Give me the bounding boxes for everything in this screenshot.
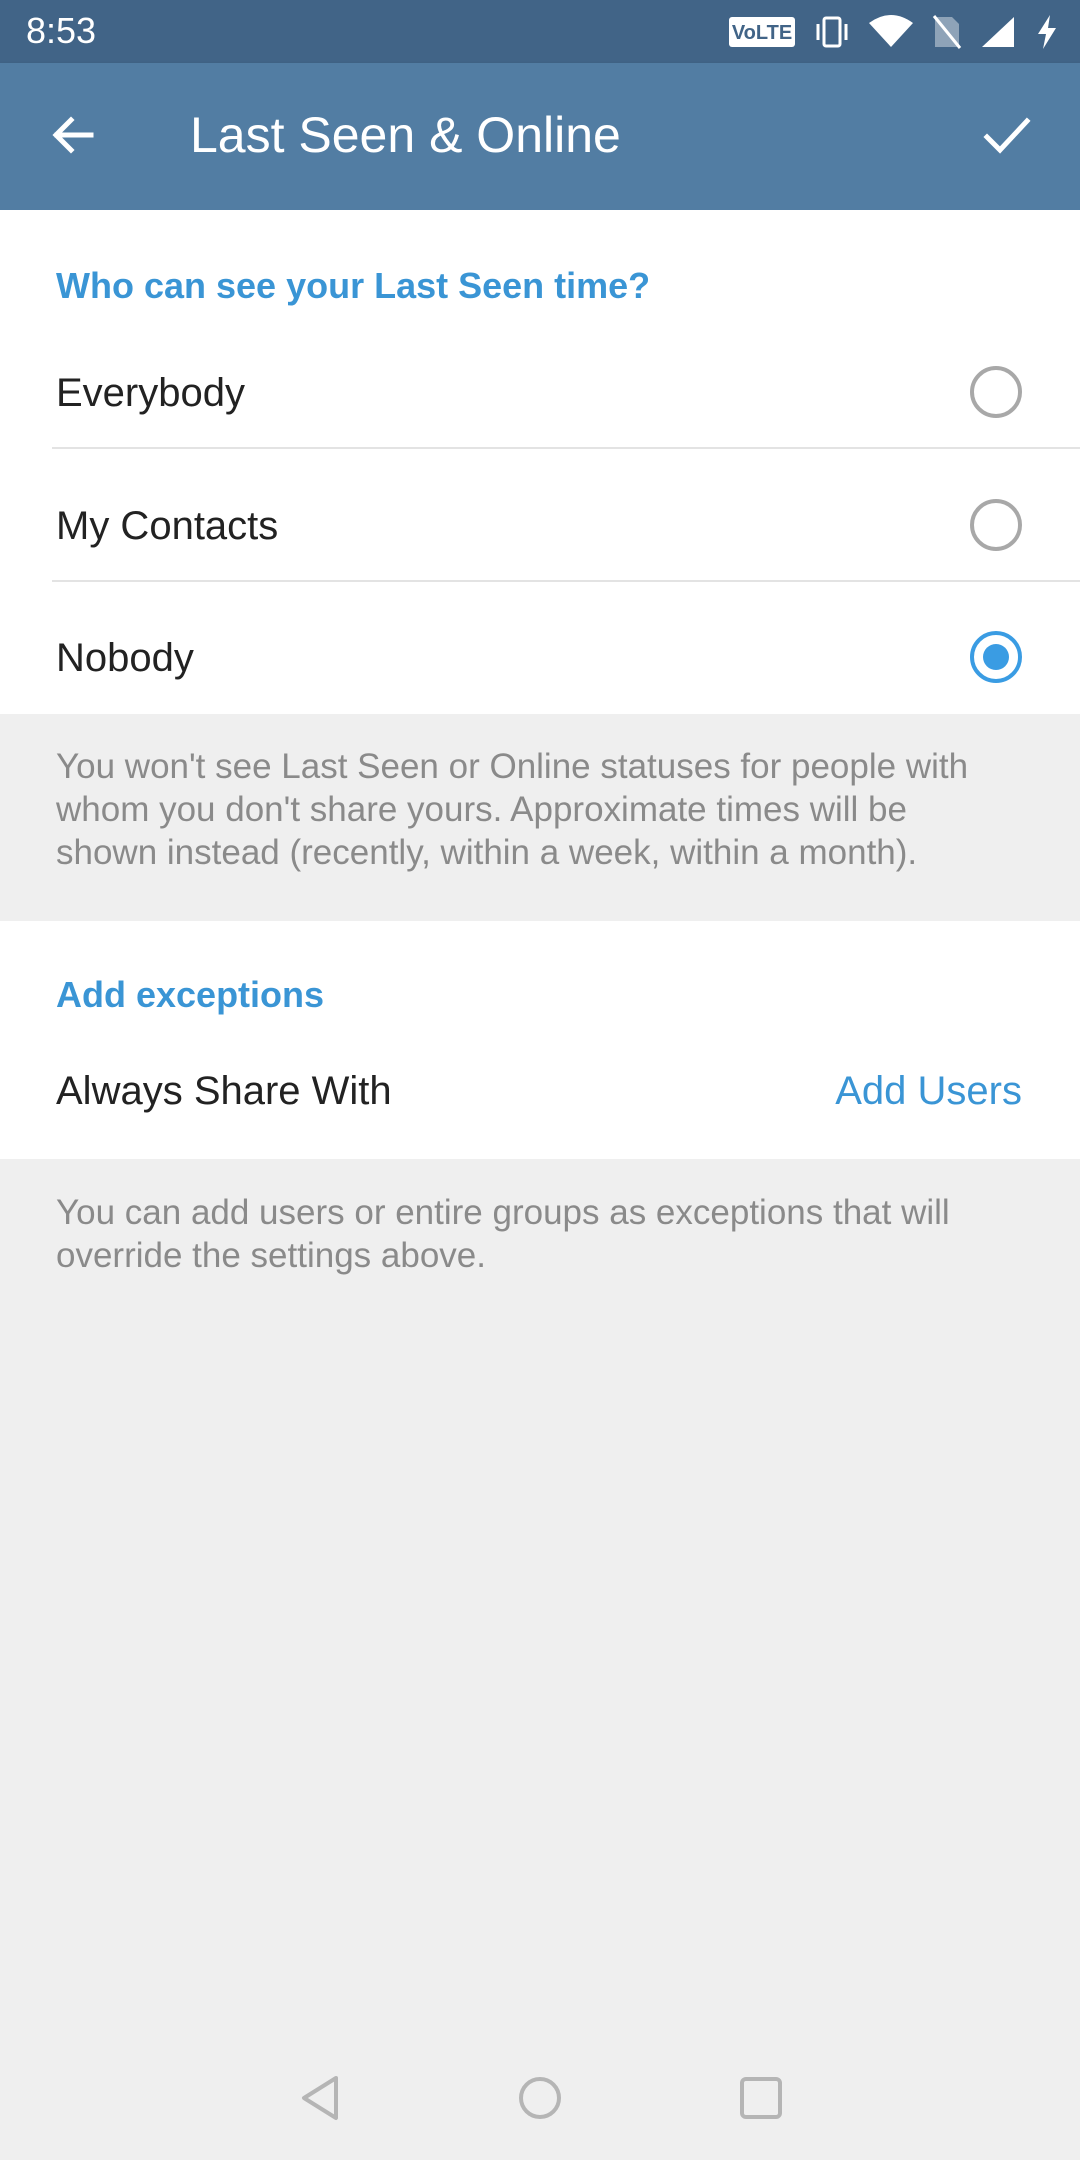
option-label: My Contacts [56,504,279,548]
nav-home-icon [516,2074,564,2127]
check-icon [981,109,1033,166]
last-seen-section: Who can see your Last Seen time? Everybo… [0,210,1080,714]
last-seen-info: You won't see Last Seen or Online status… [56,747,969,872]
exceptions-header: Add exceptions [56,974,325,1015]
svg-text:VoLTE: VoLTE [732,22,792,44]
last-seen-header: Who can see your Last Seen time? [56,265,651,306]
app-bar: Last Seen & Online [0,63,1080,210]
no-sim-icon [932,14,962,50]
option-nobody[interactable]: Nobody [0,593,1080,725]
option-label: Nobody [56,636,194,680]
wifi-icon [868,15,914,49]
divider [52,580,1080,582]
signal-icon [980,15,1016,49]
status-icons: VoLTE [728,12,1060,52]
status-time: 8:53 [26,10,97,51]
radio-my-contacts[interactable] [970,499,1022,551]
nav-recents-button[interactable] [731,2070,791,2130]
radio-everybody[interactable] [970,366,1022,418]
charging-icon [1034,14,1060,50]
status-bar: 8:53 VoLTE [0,0,1080,63]
radio-nobody[interactable] [970,631,1022,683]
done-button[interactable] [962,99,1052,175]
nav-back-button[interactable] [290,2070,350,2130]
back-button[interactable] [28,99,118,175]
arrow-left-icon [49,111,97,164]
option-my-contacts[interactable]: My Contacts [0,461,1080,593]
volte-icon: VoLTE [728,16,796,48]
exceptions-info: You can add users or entire groups as ex… [56,1193,950,1275]
always-share-label: Always Share With [56,1069,392,1113]
divider [52,447,1080,449]
page-title: Last Seen & Online [190,107,621,163]
exceptions-section: Add exceptions [0,921,1080,1159]
vibrate-icon [814,15,850,49]
nav-recents-icon [738,2075,784,2126]
nav-home-button[interactable] [510,2070,570,2130]
option-label: Everybody [56,371,245,415]
add-users-button[interactable]: Add Users [835,1066,1022,1116]
option-everybody[interactable]: Everybody [0,328,1080,460]
system-nav-bar [0,2040,1080,2160]
nav-back-icon [298,2074,342,2127]
